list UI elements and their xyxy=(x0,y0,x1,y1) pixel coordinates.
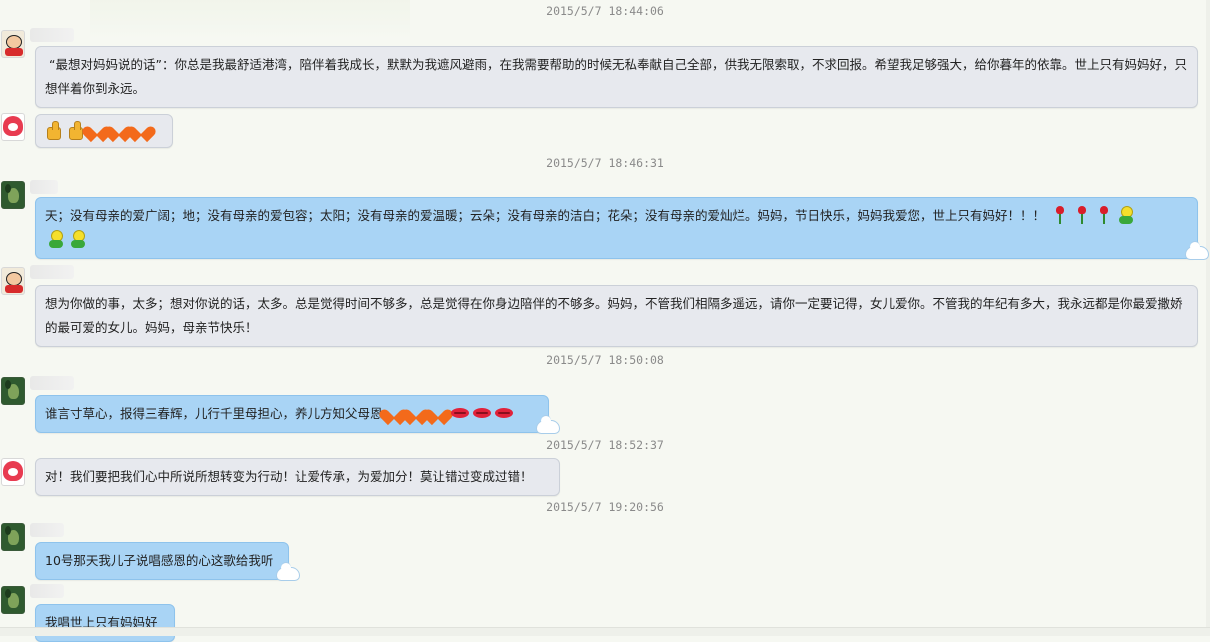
message-text: 想为你做的事，太多；想对你说的话，太多。总是觉得时间不够多，总是觉得在你身边陪伴… xyxy=(45,296,1183,335)
cloud-decoration-icon xyxy=(1185,241,1209,260)
message-bubble: 天；没有母亲的爱广阔；地；没有母亲的爱包容；太阳；没有母亲的爱温暖；云朵；没有母… xyxy=(35,197,1209,260)
message-text: 谁言寸草心，报得三春辉，儿行千里母担心，养儿方知父母恩 xyxy=(45,406,383,421)
message-text: 天；没有母亲的爱广阔；地；没有母亲的爱包容；太阳；没有母亲的爱温暖；云朵；没有母… xyxy=(45,208,1046,223)
sender-nickname-blurred xyxy=(30,523,64,537)
rose-icon xyxy=(1072,205,1092,225)
message-text: 10号那天我儿子说唱感恩的心这歌给我听 xyxy=(45,553,274,568)
message-bubble: 10号那天我儿子说唱感恩的心这歌给我听 xyxy=(35,542,300,581)
message-timestamp: 2015/5/7 19:20:56 xyxy=(546,500,664,514)
sender-nickname-blurred xyxy=(30,28,74,42)
sender-avatar-plant[interactable] xyxy=(1,523,25,551)
message-bubble: 谁言寸草心，报得三春辉，儿行千里母担心，养儿方知父母恩 xyxy=(35,395,560,434)
sender-nickname-blurred xyxy=(30,180,58,194)
sender-avatar-cartoon[interactable] xyxy=(1,30,25,58)
sender-nickname-blurred xyxy=(30,376,74,390)
sender-avatar-pink[interactable] xyxy=(1,458,25,486)
message-bubble: “最想对妈妈说的话”：你总是我最舒适港湾，陪伴着我成长，默默为我遮风避雨，在我需… xyxy=(35,46,1198,108)
scrollbar-track[interactable] xyxy=(1206,0,1210,627)
message-bubble: 对！我们要把我们心中所说所想转变为行动！让爱传承，为爱加分！莫让错过变成过错！ xyxy=(35,458,560,496)
hug-icon xyxy=(46,229,66,249)
lips-icon xyxy=(472,403,492,423)
message-timestamp: 2015/5/7 18:50:08 xyxy=(546,353,664,367)
sender-avatar-cartoon[interactable] xyxy=(1,267,25,295)
message-timestamp: 2015/5/7 18:44:06 xyxy=(546,4,664,18)
hug-icon xyxy=(1116,205,1136,225)
heart-icon xyxy=(428,403,448,423)
sender-avatar-pink[interactable] xyxy=(1,113,25,141)
cloud-decoration-icon xyxy=(536,415,560,434)
thumbs-up-icon xyxy=(43,120,63,140)
message-bubble: 想为你做的事，太多；想对你说的话，太多。总是觉得时间不够多，总是觉得在你身边陪伴… xyxy=(35,285,1198,347)
message-timestamp: 2015/5/7 18:46:31 xyxy=(546,156,664,170)
cloud-decoration-icon xyxy=(276,562,300,581)
sender-avatar-plant[interactable] xyxy=(1,181,25,209)
message-bubble: 我唱世上只有妈妈好 xyxy=(35,604,175,642)
heart-icon xyxy=(131,120,151,140)
rose-icon xyxy=(1050,205,1070,225)
message-text: 对！我们要把我们心中所说所想转变为行动！让爱传承，为爱加分！莫让错过变成过错！ xyxy=(45,469,533,484)
sender-nickname-blurred xyxy=(30,584,64,598)
message-bubble xyxy=(35,114,173,148)
sender-avatar-plant[interactable] xyxy=(1,377,25,405)
lips-icon xyxy=(494,403,514,423)
message-text: “最想对妈妈说的话”：你总是我最舒适港湾，陪伴着我成长，默默为我遮风避雨，在我需… xyxy=(45,57,1187,96)
lips-icon xyxy=(450,403,470,423)
sender-avatar-plant[interactable] xyxy=(1,586,25,614)
hug-icon xyxy=(68,229,88,249)
message-timestamp: 2015/5/7 18:52:37 xyxy=(546,438,664,452)
rose-icon xyxy=(1094,205,1114,225)
sender-nickname-blurred xyxy=(30,265,74,279)
